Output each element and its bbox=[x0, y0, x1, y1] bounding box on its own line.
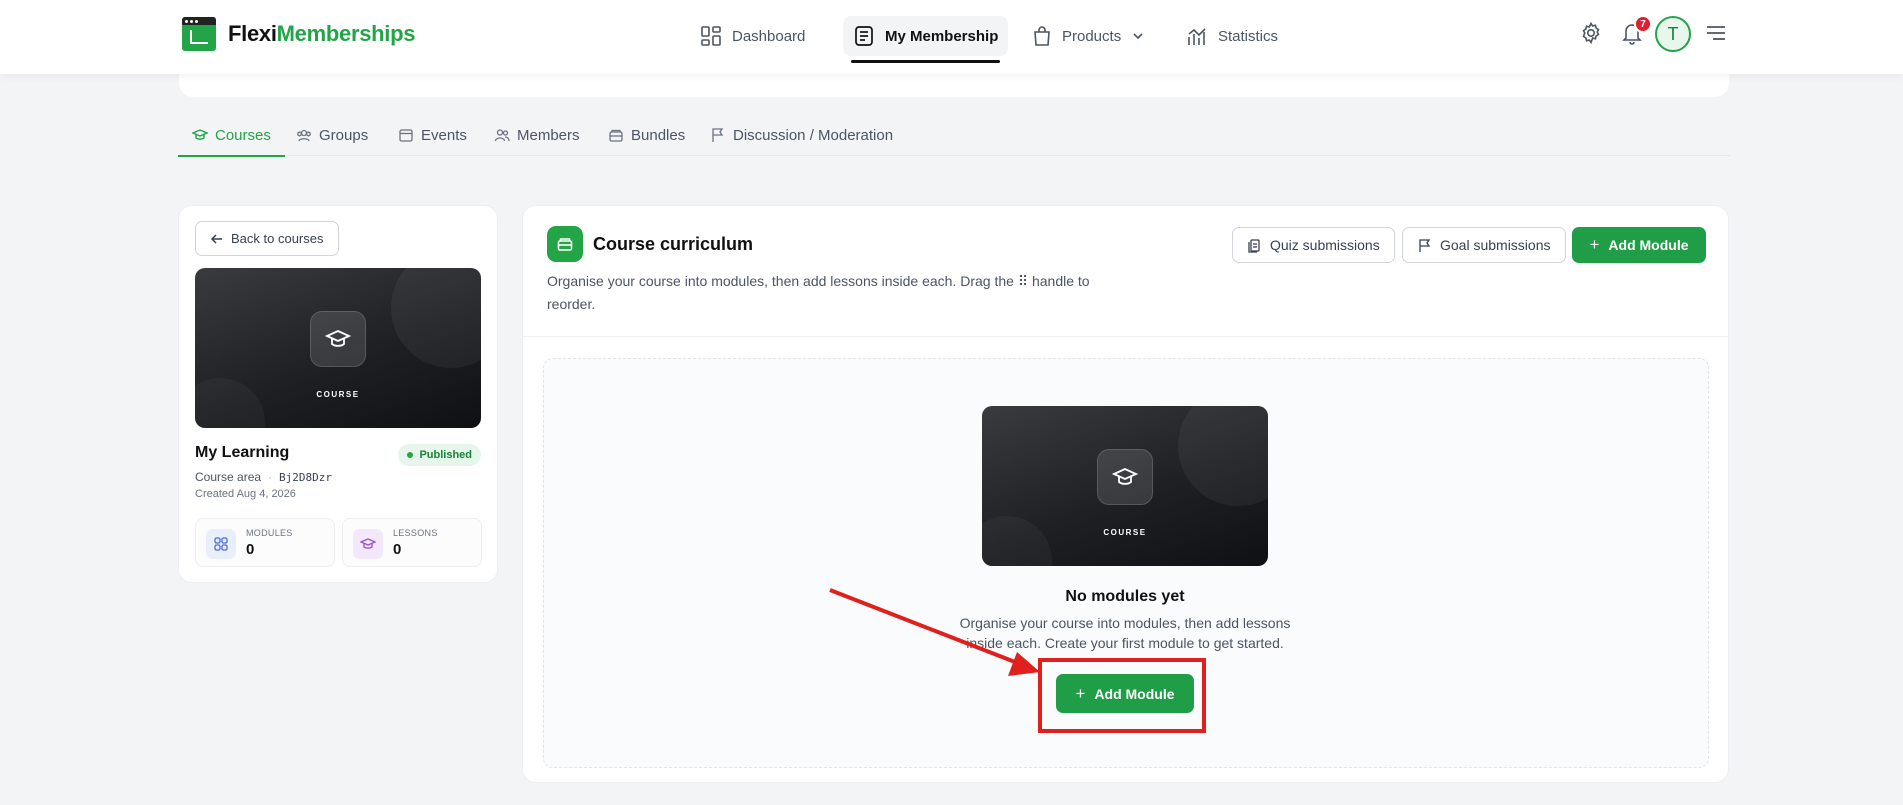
goal-submissions-button[interactable]: Goal submissions bbox=[1402, 227, 1566, 263]
chevron-down-icon bbox=[1133, 33, 1143, 40]
modules-stat-label: MODULES bbox=[246, 528, 293, 538]
modules-icon bbox=[206, 529, 236, 559]
nav-products[interactable]: Products bbox=[1022, 16, 1155, 56]
quiz-submissions-button[interactable]: Quiz submissions bbox=[1232, 227, 1395, 263]
empty-state-description: Organise your course into modules, then … bbox=[959, 615, 1291, 651]
bag-icon bbox=[1034, 26, 1050, 46]
bundles-icon bbox=[609, 129, 623, 142]
plus-icon: + bbox=[1589, 235, 1600, 254]
groups-icon bbox=[297, 129, 311, 142]
tab-events-label: Events bbox=[421, 126, 467, 144]
nav-statistics[interactable]: Statistics bbox=[1176, 16, 1288, 56]
curriculum-icon bbox=[547, 226, 583, 262]
created-date: Created Aug 4, 2026 bbox=[195, 488, 296, 500]
lessons-stat-label: LESSONS bbox=[393, 528, 438, 538]
course-area-row: Course area · Bj2D8Dzr bbox=[195, 470, 333, 484]
arrow-left-icon bbox=[210, 233, 222, 244]
graduation-cap-icon bbox=[1097, 449, 1153, 505]
nav-my-membership-label: My Membership bbox=[885, 27, 999, 45]
nav-statistics-label: Statistics bbox=[1218, 27, 1279, 45]
flag-icon bbox=[1419, 238, 1431, 252]
back-to-courses-button[interactable]: Back to courses bbox=[195, 221, 339, 256]
back-to-courses-label: Back to courses bbox=[231, 231, 324, 246]
membership-icon bbox=[855, 26, 873, 46]
brand-name-part1: Flexi bbox=[228, 21, 277, 46]
tab-groups[interactable]: Groups bbox=[282, 114, 382, 156]
gear-icon bbox=[1582, 21, 1600, 45]
dashboard-icon bbox=[701, 26, 721, 46]
lessons-icon bbox=[353, 529, 383, 559]
graduation-cap-icon bbox=[192, 129, 208, 140]
add-module-label: Add Module bbox=[1608, 237, 1689, 253]
course-code: Bj2D8Dzr bbox=[279, 470, 333, 484]
clipboard-icon bbox=[1248, 238, 1260, 253]
course-title: My Learning bbox=[195, 444, 290, 461]
tab-discussion-label: Discussion / Moderation bbox=[733, 126, 894, 144]
curriculum-title: Course curriculum bbox=[593, 234, 754, 254]
top-card-edge bbox=[179, 70, 1729, 97]
empty-state-cover: COURSE bbox=[982, 406, 1268, 566]
nav-dashboard-label: Dashboard bbox=[732, 27, 806, 45]
tab-courses-label: Courses bbox=[215, 126, 271, 144]
empty-cover-label: COURSE bbox=[1103, 528, 1147, 537]
brand-name-part2: Memberships bbox=[276, 21, 416, 46]
empty-state-title: No modules yet bbox=[1065, 588, 1185, 605]
logo-icon bbox=[182, 17, 216, 51]
lessons-stat: LESSONS 0 bbox=[342, 518, 482, 567]
graduation-cap-icon bbox=[310, 311, 366, 367]
nav-products-label: Products bbox=[1062, 27, 1122, 45]
brand-logo[interactable]: FlexiMemberships bbox=[182, 17, 415, 51]
tab-bundles[interactable]: Bundles bbox=[594, 114, 699, 156]
nav-dashboard[interactable]: Dashboard bbox=[690, 16, 815, 56]
statistics-icon bbox=[1188, 28, 1206, 45]
add-module-button[interactable]: + Add Module bbox=[1572, 227, 1706, 263]
course-summary-card: Back to courses COURSE My Learning Publi… bbox=[178, 205, 498, 583]
flag-icon bbox=[712, 128, 724, 142]
brand-name: FlexiMemberships bbox=[228, 21, 415, 47]
course-area-label: Course area bbox=[195, 470, 262, 484]
curriculum-description: Organise your course into modules, then … bbox=[547, 273, 1090, 312]
cover-label: COURSE bbox=[316, 390, 360, 399]
highlight-box bbox=[1038, 658, 1206, 733]
menu-icon bbox=[1707, 26, 1725, 40]
tab-events[interactable]: Events bbox=[384, 114, 481, 156]
settings-button[interactable] bbox=[1578, 20, 1604, 46]
tab-bundles-label: Bundles bbox=[631, 126, 686, 144]
nav-my-membership[interactable]: My Membership bbox=[843, 16, 1009, 63]
status-badge: Published bbox=[398, 444, 481, 466]
status-badge-label: Published bbox=[419, 449, 472, 461]
members-icon bbox=[494, 129, 510, 142]
notification-badge: 7 bbox=[1634, 15, 1652, 33]
tab-members-label: Members bbox=[517, 126, 580, 144]
section-tabs: Courses Groups Events Members Bundles Di… bbox=[178, 114, 1730, 157]
tab-groups-label: Groups bbox=[319, 126, 369, 144]
tab-discussion-moderation[interactable]: Discussion / Moderation bbox=[696, 114, 907, 156]
tab-courses[interactable]: Courses bbox=[178, 114, 285, 157]
header-divider bbox=[523, 336, 1728, 337]
goal-submissions-label: Goal submissions bbox=[1440, 237, 1551, 253]
modules-stat-value: 0 bbox=[246, 541, 255, 558]
top-header: FlexiMemberships Dashboard My Membership… bbox=[0, 0, 1903, 74]
course-cover-image: COURSE bbox=[195, 268, 481, 428]
avatar[interactable]: T bbox=[1655, 16, 1691, 52]
menu-button[interactable] bbox=[1703, 20, 1729, 46]
calendar-icon bbox=[399, 129, 413, 142]
tab-members[interactable]: Members bbox=[480, 114, 594, 156]
quiz-submissions-label: Quiz submissions bbox=[1270, 237, 1380, 253]
modules-stat: MODULES 0 bbox=[195, 518, 335, 567]
lessons-stat-value: 0 bbox=[393, 541, 402, 558]
